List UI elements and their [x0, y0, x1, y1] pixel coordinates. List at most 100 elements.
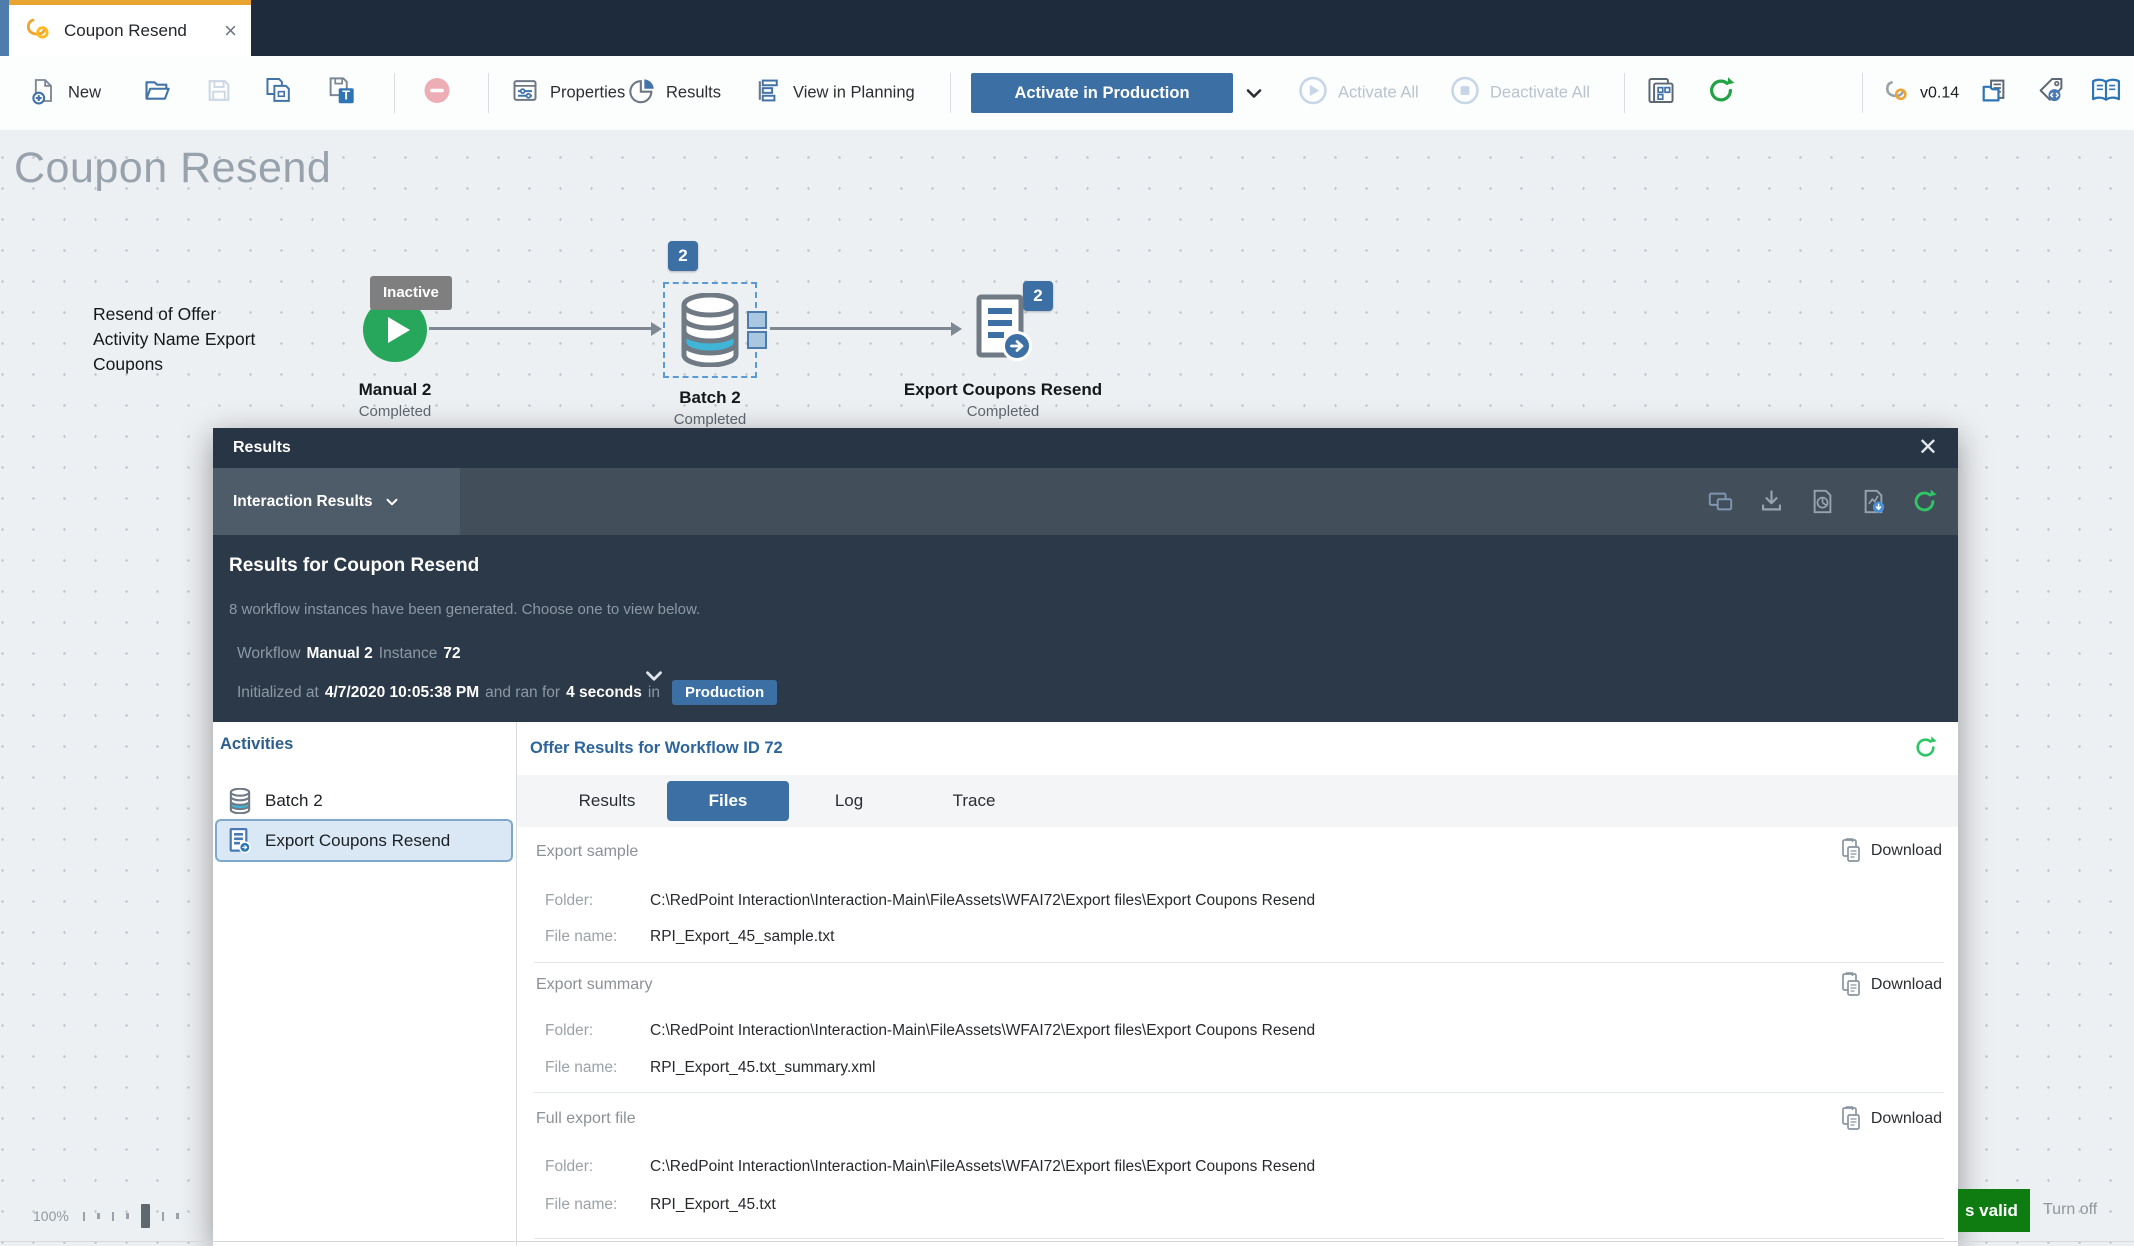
- new-label: New: [68, 84, 101, 103]
- instance-label: Instance: [379, 645, 438, 663]
- refresh-icon[interactable]: [1913, 735, 1938, 765]
- folder-path: C:\RedPoint Interaction\Interaction-Main…: [650, 892, 1315, 910]
- canvas-annotation[interactable]: Resend of Offer Activity Name Export Cou…: [93, 302, 255, 377]
- bottom-divider: [0, 1241, 2134, 1242]
- offer-results-heading: Offer Results for Workflow ID 72: [530, 739, 783, 758]
- database-icon: [677, 293, 743, 367]
- properties-button[interactable]: Properties: [510, 77, 625, 110]
- tab-trace[interactable]: Trace: [909, 775, 1039, 827]
- workflow-instance-row: Workflow Manual 2 Instance 72: [237, 645, 461, 663]
- activity-item-batch-2[interactable]: Batch 2: [215, 781, 513, 821]
- deactivate-all-button[interactable]: Deactivate All: [1450, 76, 1590, 111]
- toolbar-separator: [1624, 73, 1625, 113]
- dialog-title-bar: Results ✕: [213, 428, 1958, 468]
- file-name-label: File name:: [545, 1196, 617, 1214]
- svg-text:T: T: [342, 89, 350, 103]
- expand-instances-chevron[interactable]: [641, 663, 667, 694]
- refresh-icon: [1706, 76, 1736, 111]
- activity-item-export-coupons-resend[interactable]: Export Coupons Resend: [215, 819, 513, 862]
- save-all-button[interactable]: [264, 76, 294, 111]
- windows-icon[interactable]: [1707, 488, 1734, 515]
- zoom-slider-handle[interactable]: [141, 1204, 150, 1228]
- section-title: Export summary: [536, 976, 652, 994]
- dialog-close-icon[interactable]: ✕: [1918, 436, 1938, 460]
- tab-results[interactable]: Results: [547, 775, 667, 827]
- activate-dropdown-chevron[interactable]: [1242, 81, 1266, 105]
- environment-badge[interactable]: Production: [672, 680, 777, 705]
- download-label: Download: [1871, 842, 1942, 860]
- dashboard-button[interactable]: [1646, 75, 1676, 112]
- activate-all-button[interactable]: Activate All: [1298, 76, 1419, 111]
- save-button[interactable]: [205, 77, 233, 110]
- stop-circle-icon: [1450, 76, 1480, 111]
- tab-title: Coupon Resend: [64, 21, 224, 41]
- tab-files[interactable]: Files: [667, 781, 789, 821]
- file-name-label: File name:: [545, 928, 617, 946]
- tab-bar: Coupon Resend ×: [0, 0, 2134, 56]
- node-export-coupons-resend[interactable]: [975, 294, 1033, 369]
- activity-item-label: Export Coupons Resend: [265, 831, 450, 851]
- offer-results-panel: Offer Results for Workflow ID 72 Results…: [517, 722, 1958, 1246]
- play-circle-icon: [1298, 76, 1328, 111]
- delete-button[interactable]: [422, 76, 452, 111]
- download-button[interactable]: Download: [1838, 838, 1942, 864]
- activate-in-production-button[interactable]: Activate in Production: [971, 73, 1233, 113]
- properties-label: Properties: [550, 84, 625, 103]
- chevron-down-icon: [1242, 81, 1266, 105]
- download-icon[interactable]: [1758, 488, 1785, 515]
- duration-value: 4 seconds: [566, 684, 642, 702]
- download-file-icon: [1838, 838, 1862, 864]
- refresh-icon[interactable]: [1911, 488, 1938, 515]
- view-selector-dropdown[interactable]: Interaction Results: [213, 468, 460, 535]
- report-document-icon[interactable]: [1809, 488, 1836, 515]
- remove-icon: [422, 76, 452, 111]
- view-in-planning-button[interactable]: View in Planning: [753, 77, 915, 110]
- download-button[interactable]: Download: [1838, 1106, 1942, 1132]
- activity-item-label: Batch 2: [265, 791, 323, 811]
- folder-label: Folder:: [545, 892, 593, 910]
- zoom-control[interactable]: 100%: [33, 1204, 191, 1228]
- file-name-label: File name:: [545, 1059, 617, 1077]
- connector-handle[interactable]: [747, 311, 767, 349]
- results-label: Results: [666, 84, 721, 103]
- open-button[interactable]: [142, 77, 172, 110]
- save-template-icon: T: [326, 76, 356, 111]
- tags-button[interactable]: [2036, 75, 2066, 112]
- tab-coupon-resend[interactable]: Coupon Resend ×: [9, 0, 251, 56]
- instance-value: 72: [443, 645, 460, 663]
- redpoint-logo-icon: [1884, 78, 1910, 109]
- results-subtitle: 8 workflow instances have been generated…: [229, 601, 700, 618]
- reports-button[interactable]: [1980, 75, 2012, 112]
- annotation-line: Resend of Offer: [93, 302, 255, 327]
- dashboard-grid-icon: [1646, 75, 1676, 112]
- export-document-icon: [228, 828, 252, 854]
- version-indicator: v0.14: [1884, 78, 1959, 109]
- connector-arrow: [770, 327, 953, 330]
- results-button[interactable]: Results: [628, 77, 721, 110]
- deactivate-all-label: Deactivate All: [1490, 84, 1590, 103]
- view-in-planning-label: View in Planning: [793, 84, 915, 103]
- download-button[interactable]: Download: [1838, 972, 1942, 998]
- dialog-summary-panel: Results for Coupon Resend 8 workflow ins…: [213, 535, 1958, 722]
- node-batch-2-selection[interactable]: [663, 282, 757, 378]
- workflow-value: Manual 2: [306, 645, 372, 663]
- file-name-value: RPI_Export_45.txt: [650, 1196, 776, 1214]
- section-divider: [534, 962, 1944, 963]
- export-report-icon[interactable]: [1860, 488, 1887, 515]
- node-status-tooltip: Inactive: [370, 276, 452, 310]
- new-button[interactable]: New: [30, 77, 101, 110]
- tab-log[interactable]: Log: [789, 775, 909, 827]
- turn-off-button[interactable]: Turn off: [2043, 1201, 2097, 1219]
- documentation-button[interactable]: [2090, 76, 2122, 111]
- zoom-tick: [112, 1212, 115, 1221]
- file-name-value: RPI_Export_45.txt_summary.xml: [650, 1059, 875, 1077]
- save-all-icon: [264, 76, 294, 111]
- files-tabs-bar: Results Files Log Trace: [517, 775, 1958, 827]
- refresh-button[interactable]: [1706, 76, 1736, 111]
- tab-close-icon[interactable]: ×: [224, 20, 237, 42]
- dialog-toolbar-icons: [1707, 468, 1938, 535]
- database-icon: [228, 788, 252, 814]
- save-as-template-button[interactable]: T: [326, 76, 356, 111]
- annotation-line: Coupons: [93, 352, 255, 377]
- save-icon: [205, 77, 233, 110]
